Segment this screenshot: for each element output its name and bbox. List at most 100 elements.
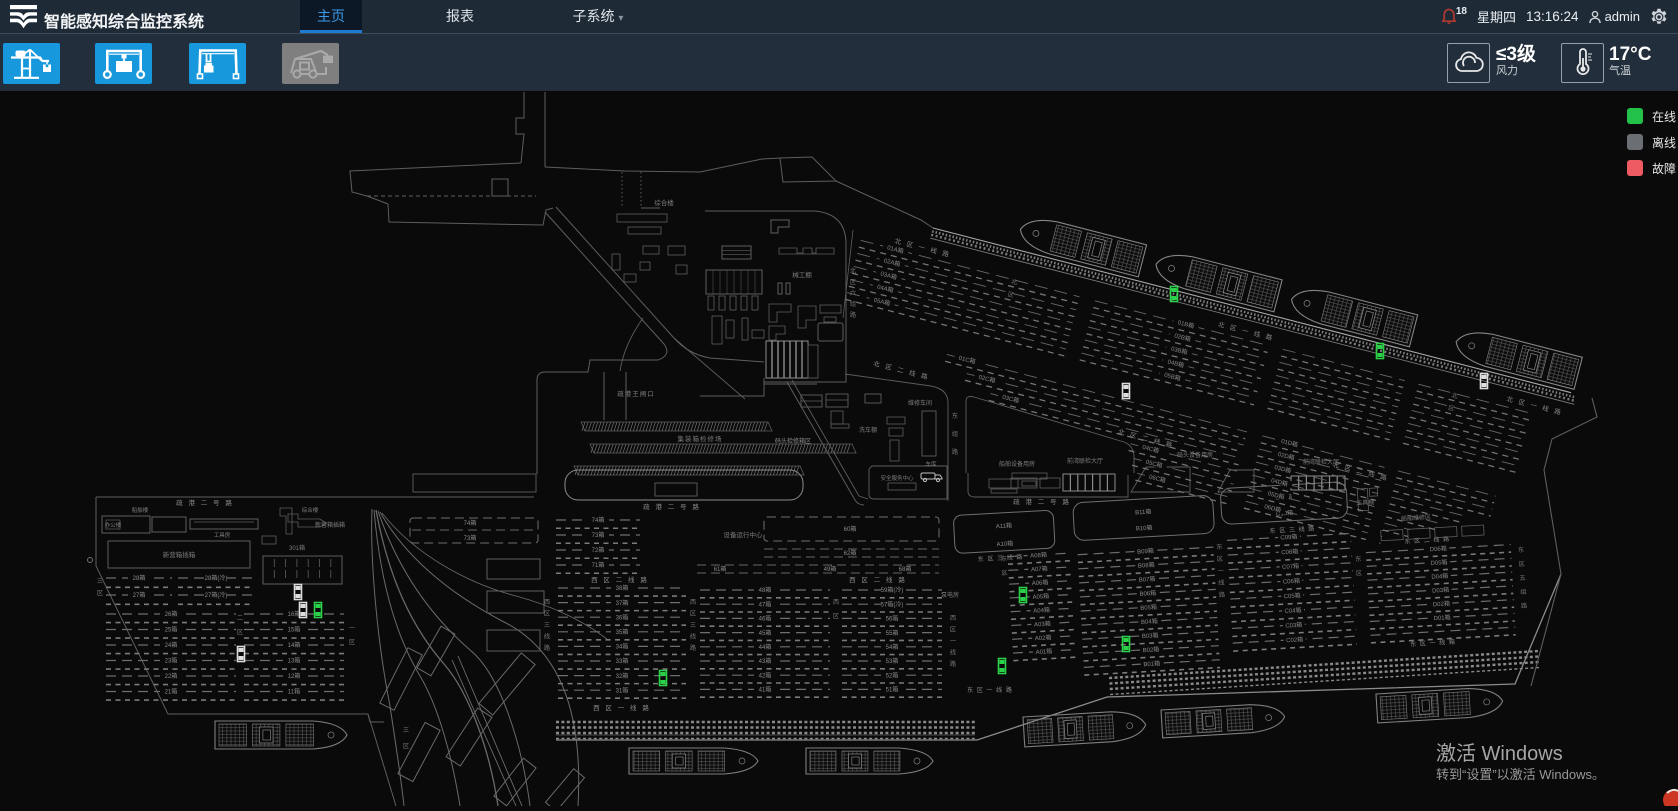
svg-text:一: 一 (349, 625, 355, 632)
svg-text:转到“设置”以激活 Windows。: 转到“设置”以激活 Windows。 (1436, 767, 1605, 782)
svg-text:区: 区 (1217, 556, 1224, 563)
svg-text:A10箱: A10箱 (996, 539, 1013, 548)
svg-text:五: 五 (1519, 575, 1526, 582)
svg-text:04A箱: 04A箱 (876, 283, 894, 295)
svg-text:34箱: 34箱 (616, 643, 629, 651)
svg-text:离线: 离线 (1652, 135, 1676, 150)
svg-text:36箱: 36箱 (616, 613, 629, 621)
svg-text:21箱: 21箱 (165, 688, 178, 696)
svg-text:23箱: 23箱 (165, 657, 178, 665)
svg-text:15箱: 15箱 (288, 626, 301, 634)
svg-text:综合楼: 综合楼 (302, 506, 319, 514)
svg-text:东 区 一 线 路: 东 区 一 线 路 (967, 686, 1013, 694)
svg-text:码头设备用房: 码头设备用房 (1177, 451, 1213, 459)
svg-text:56箱: 56箱 (886, 615, 899, 623)
svg-text:38箱: 38箱 (616, 584, 629, 592)
svg-text:53箱: 53箱 (886, 657, 899, 665)
svg-text:301箱: 301箱 (289, 544, 305, 552)
svg-text:60箱: 60箱 (844, 525, 857, 533)
svg-text:05C箱: 05C箱 (1145, 458, 1163, 470)
svg-text:05A箱: 05A箱 (873, 296, 891, 308)
svg-text:03A箱: 03A箱 (880, 269, 898, 281)
svg-text:东 区 一 线 箱: 东 区 一 线 箱 (1410, 638, 1456, 649)
svg-text:04B箱: 04B箱 (1167, 358, 1185, 370)
svg-text:区: 区 (690, 611, 696, 618)
svg-text:疏 港 二 号 路: 疏 港 二 号 路 (1013, 497, 1071, 506)
svg-text:06D箱: 06D箱 (1264, 502, 1282, 514)
svg-text:疏 港 二 号 路: 疏 港 二 号 路 (176, 498, 234, 507)
svg-text:31箱: 31箱 (616, 686, 629, 694)
svg-text:区: 区 (349, 639, 355, 646)
svg-text:区: 区 (237, 629, 243, 636)
svg-text:区: 区 (833, 613, 839, 620)
svg-text:11箱: 11箱 (288, 688, 300, 696)
svg-text:北 区 一 线 路: 北 区 一 线 路 (1506, 394, 1564, 417)
svg-text:74箱: 74箱 (464, 519, 477, 527)
svg-text:03B箱: 03B箱 (1170, 344, 1188, 356)
svg-text:28箱: 28箱 (133, 574, 146, 582)
svg-text:51箱: 51箱 (886, 686, 899, 694)
svg-text:47箱: 47箱 (759, 600, 772, 608)
svg-text:72箱: 72箱 (592, 546, 605, 554)
svg-text:路: 路 (1219, 591, 1226, 599)
svg-text:68箱: 68箱 (899, 565, 912, 573)
svg-text:57箱(冷): 57箱(冷) (881, 600, 904, 608)
svg-text:船舶楼: 船舶楼 (132, 506, 149, 514)
svg-text:设备运行中心: 设备运行中心 (724, 530, 764, 539)
svg-text:22箱: 22箱 (165, 672, 178, 680)
svg-text:维修车间: 维修车间 (908, 399, 932, 407)
svg-text:74箱: 74箱 (592, 516, 605, 524)
svg-text:44箱: 44箱 (759, 643, 772, 651)
svg-text:32箱: 32箱 (616, 672, 629, 680)
svg-text:区: 区 (950, 627, 956, 634)
svg-text:04D箱: 04D箱 (1270, 476, 1288, 488)
svg-text:区: 区 (97, 590, 103, 597)
svg-text:新营箱插箱: 新营箱插箱 (315, 521, 345, 529)
svg-text:46箱: 46箱 (759, 615, 772, 623)
svg-text:06C箱: 06C箱 (1148, 473, 1166, 485)
svg-text:27箱(冷): 27箱(冷) (205, 591, 228, 599)
svg-text:62箱: 62箱 (844, 549, 857, 557)
svg-text:12箱: 12箱 (288, 672, 301, 680)
svg-text:北 区 一 线 路: 北 区 一 线 路 (1217, 319, 1275, 342)
svg-text:54箱: 54箱 (886, 643, 899, 651)
svg-text:船舶设备用房: 船舶设备用房 (999, 460, 1035, 468)
svg-text:办公楼: 办公楼 (105, 521, 122, 529)
svg-text:东: 东 (1216, 543, 1223, 551)
svg-text:区: 区 (1519, 561, 1526, 568)
svg-text:01C箱: 01C箱 (958, 354, 976, 366)
svg-text:北: 北 (1451, 391, 1460, 400)
svg-text:区: 区 (403, 743, 409, 750)
svg-text:安全服务中心: 安全服务中心 (880, 474, 914, 482)
svg-text:73箱: 73箱 (464, 534, 477, 542)
svg-text:48箱: 48箱 (759, 586, 772, 594)
svg-text:组: 组 (952, 430, 958, 438)
svg-text:东 区 二 线 路: 东 区 二 线 路 (1404, 535, 1450, 546)
svg-text:02C箱: 02C箱 (978, 373, 996, 385)
svg-text:三: 三 (544, 622, 550, 629)
svg-text:北 区 二 线 路: 北 区 二 线 路 (872, 359, 930, 382)
svg-text:25箱: 25箱 (165, 626, 178, 634)
svg-text:B11箱: B11箱 (1135, 508, 1152, 517)
svg-text:路: 路 (690, 644, 697, 652)
svg-text:三: 三 (690, 622, 696, 629)
svg-text:线: 线 (690, 633, 696, 641)
svg-text:03D箱: 03D箱 (1274, 463, 1292, 475)
svg-text:05B箱: 05B箱 (1163, 371, 1181, 383)
svg-text:28箱(冷): 28箱(冷) (205, 574, 228, 582)
svg-text:在线: 在线 (1652, 110, 1676, 124)
svg-text:一: 一 (950, 638, 956, 645)
svg-text:一: 一 (1217, 568, 1224, 575)
svg-text:73箱: 73箱 (592, 531, 605, 539)
svg-text:码头检修箱区: 码头检修箱区 (775, 437, 811, 445)
svg-text:东: 东 (1000, 555, 1007, 563)
svg-text:六: 六 (850, 289, 856, 297)
svg-text:组: 组 (1520, 588, 1527, 596)
svg-text:14箱: 14箱 (288, 641, 301, 649)
svg-text:三: 三 (403, 727, 409, 734)
svg-text:01B箱: 01B箱 (1177, 318, 1195, 330)
svg-text:71箱: 71箱 (592, 561, 605, 569)
svg-text:东: 东 (1355, 555, 1362, 563)
svg-text:二: 二 (237, 615, 243, 622)
svg-text:械工棚: 械工棚 (792, 270, 812, 279)
